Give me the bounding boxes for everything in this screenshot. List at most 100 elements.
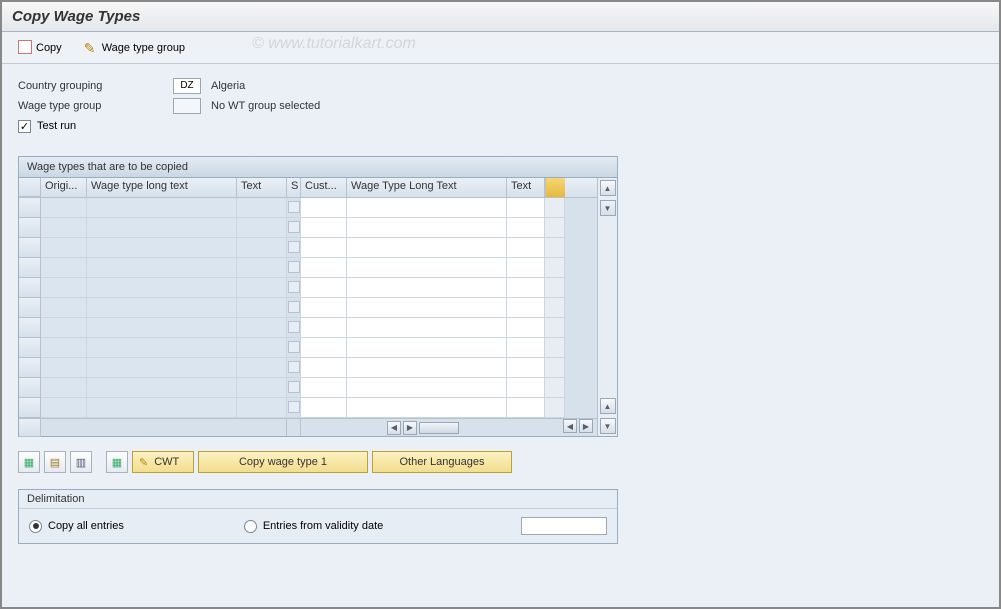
cell-text-left[interactable]: [237, 338, 287, 358]
s-checkbox[interactable]: [288, 381, 300, 393]
cell-wage-type-long-text-left[interactable]: [87, 298, 237, 318]
cell-wage-type-long-text-left[interactable]: [87, 338, 237, 358]
cell-origi[interactable]: [41, 338, 87, 358]
cell-wage-type-long-text-right[interactable]: [347, 258, 507, 278]
hscroll-right-button[interactable]: ▶: [403, 421, 417, 435]
table-row[interactable]: [19, 238, 597, 258]
cell-origi[interactable]: [41, 218, 87, 238]
wage-type-group-input[interactable]: [173, 98, 201, 114]
icon-button-3[interactable]: ▥: [70, 451, 92, 473]
cell-wage-type-long-text-right[interactable]: [347, 358, 507, 378]
cell-wage-type-long-text-right[interactable]: [347, 378, 507, 398]
cell-wage-type-long-text-right[interactable]: [347, 218, 507, 238]
cell-origi[interactable]: [41, 198, 87, 218]
col-text-left[interactable]: Text: [237, 178, 287, 197]
cell-s[interactable]: [287, 238, 301, 258]
cell-text-right[interactable]: [507, 398, 545, 418]
cell-origi[interactable]: [41, 398, 87, 418]
icon-button-4[interactable]: ▦: [106, 451, 128, 473]
s-checkbox[interactable]: [288, 401, 300, 413]
cell-wage-type-long-text-right[interactable]: [347, 198, 507, 218]
cell-wage-type-long-text-left[interactable]: [87, 278, 237, 298]
cell-origi[interactable]: [41, 378, 87, 398]
row-handle[interactable]: [19, 198, 41, 218]
col-cust[interactable]: Cust...: [301, 178, 347, 197]
s-checkbox[interactable]: [288, 361, 300, 373]
cell-text-right[interactable]: [507, 378, 545, 398]
row-handle[interactable]: [19, 298, 41, 318]
cell-cust[interactable]: [301, 338, 347, 358]
cell-s[interactable]: [287, 198, 301, 218]
cell-wage-type-long-text-left[interactable]: [87, 378, 237, 398]
vscroll-up-button[interactable]: ▲: [600, 180, 616, 196]
cell-origi[interactable]: [41, 358, 87, 378]
cell-wage-type-long-text-right[interactable]: [347, 238, 507, 258]
table-row[interactable]: [19, 218, 597, 238]
col-text-right[interactable]: Text: [507, 178, 545, 197]
cell-wage-type-long-text-left[interactable]: [87, 398, 237, 418]
cell-wage-type-long-text-right[interactable]: [347, 298, 507, 318]
s-checkbox[interactable]: [288, 201, 300, 213]
cell-text-left[interactable]: [237, 258, 287, 278]
col-wage-type-long-text-right[interactable]: Wage Type Long Text: [347, 178, 507, 197]
row-handle[interactable]: [19, 338, 41, 358]
cell-s[interactable]: [287, 338, 301, 358]
cell-text-right[interactable]: [507, 278, 545, 298]
row-handle[interactable]: [19, 218, 41, 238]
cell-text-right[interactable]: [507, 358, 545, 378]
cell-text-right[interactable]: [507, 258, 545, 278]
cell-s[interactable]: [287, 298, 301, 318]
cell-origi[interactable]: [41, 318, 87, 338]
cell-cust[interactable]: [301, 198, 347, 218]
cell-wage-type-long-text-left[interactable]: [87, 258, 237, 278]
cell-wage-type-long-text-left[interactable]: [87, 198, 237, 218]
row-handle[interactable]: [19, 318, 41, 338]
cell-cust[interactable]: [301, 378, 347, 398]
cell-cust[interactable]: [301, 258, 347, 278]
cell-s[interactable]: [287, 278, 301, 298]
cell-text-right[interactable]: [507, 238, 545, 258]
cell-text-left[interactable]: [237, 278, 287, 298]
wage-type-group-button[interactable]: Wage type group: [80, 39, 189, 57]
cell-wage-type-long-text-left[interactable]: [87, 318, 237, 338]
col-s[interactable]: S: [287, 178, 301, 197]
cell-wage-type-long-text-right[interactable]: [347, 338, 507, 358]
row-handle[interactable]: [19, 358, 41, 378]
cell-text-left[interactable]: [237, 358, 287, 378]
other-languages-button[interactable]: Other Languages: [372, 451, 512, 473]
row-handle[interactable]: [19, 278, 41, 298]
cell-text-right[interactable]: [507, 198, 545, 218]
cell-cust[interactable]: [301, 398, 347, 418]
cell-text-right[interactable]: [507, 318, 545, 338]
row-handle[interactable]: [19, 258, 41, 278]
hscroll-right-button-2[interactable]: ▶: [579, 419, 593, 433]
table-row[interactable]: [19, 358, 597, 378]
cell-wage-type-long-text-right[interactable]: [347, 278, 507, 298]
row-handle[interactable]: [19, 398, 41, 418]
copy-button[interactable]: Copy: [16, 40, 66, 56]
cell-text-left[interactable]: [237, 298, 287, 318]
cell-text-left[interactable]: [237, 238, 287, 258]
radio-entries-from-date[interactable]: Entries from validity date: [244, 520, 383, 533]
cell-cust[interactable]: [301, 238, 347, 258]
cell-cust[interactable]: [301, 278, 347, 298]
row-handle[interactable]: [19, 238, 41, 258]
cell-cust[interactable]: [301, 358, 347, 378]
cell-cust[interactable]: [301, 318, 347, 338]
col-origi[interactable]: Origi...: [41, 178, 87, 197]
s-checkbox[interactable]: [288, 341, 300, 353]
table-row[interactable]: [19, 318, 597, 338]
table-row[interactable]: [19, 378, 597, 398]
cell-wage-type-long-text-left[interactable]: [87, 358, 237, 378]
s-checkbox[interactable]: [288, 241, 300, 253]
cell-s[interactable]: [287, 358, 301, 378]
cell-cust[interactable]: [301, 218, 347, 238]
hscroll-left-button[interactable]: ◀: [387, 421, 401, 435]
column-config-button[interactable]: [545, 178, 565, 197]
cell-text-left[interactable]: [237, 318, 287, 338]
cell-origi[interactable]: [41, 278, 87, 298]
s-checkbox[interactable]: [288, 221, 300, 233]
vscroll-down-button[interactable]: ▼: [600, 200, 616, 216]
icon-button-1[interactable]: ▦: [18, 451, 40, 473]
col-wage-type-long-text-left[interactable]: Wage type long text: [87, 178, 237, 197]
